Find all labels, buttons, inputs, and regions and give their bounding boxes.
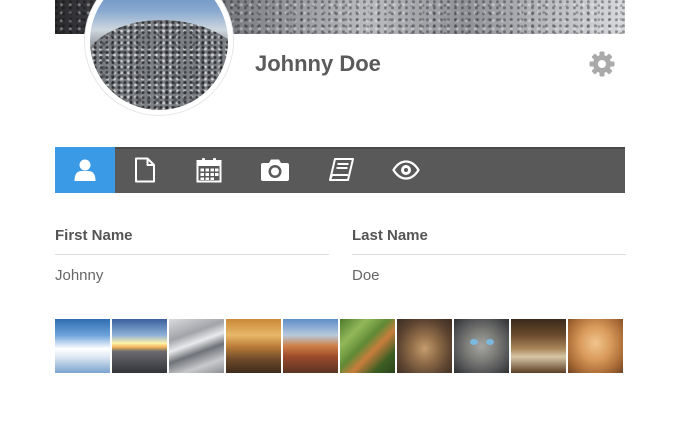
first-name-divider	[55, 254, 329, 255]
gear-icon[interactable]	[588, 50, 616, 78]
gallery-thumb-cat-in-suitcase[interactable]	[511, 319, 566, 373]
cat-eye-left	[470, 339, 478, 345]
gallery-thumb-clouds[interactable]	[55, 319, 110, 373]
gallery-thumb-sitting-cat[interactable]	[397, 319, 452, 373]
profile-tabbar	[55, 147, 625, 193]
cat-eye-right	[486, 339, 494, 345]
tab-documents[interactable]	[117, 147, 173, 193]
photo-gallery	[55, 319, 623, 373]
tab-photos[interactable]	[245, 147, 305, 193]
eye-icon	[392, 160, 420, 180]
gallery-thumb-cat-in-tree[interactable]	[340, 319, 395, 373]
tab-profile[interactable]	[55, 147, 115, 193]
tab-calendar[interactable]	[179, 147, 239, 193]
gallery-thumb-sunset-road[interactable]	[112, 319, 167, 373]
gallery-thumb-canyon[interactable]	[283, 319, 338, 373]
first-name-label: First Name	[55, 227, 133, 244]
gallery-thumb-blue-eyed-cat[interactable]	[454, 319, 509, 373]
file-icon	[135, 157, 155, 183]
first-name-value[interactable]: Johnny	[55, 267, 103, 284]
last-name-label: Last Name	[352, 227, 428, 244]
tab-visibility[interactable]	[375, 147, 437, 193]
profile-name: Johnny Doe	[255, 51, 381, 76]
gallery-thumb-desert-car[interactable]	[226, 319, 281, 373]
user-icon	[74, 159, 96, 181]
calendar-icon	[196, 158, 222, 183]
avatar-image	[90, 0, 228, 110]
last-name-divider	[352, 254, 626, 255]
gallery-thumb-snowy-rocks[interactable]	[169, 319, 224, 373]
tab-notes[interactable]	[311, 147, 371, 193]
gallery-thumb-orange-kitten[interactable]	[568, 319, 623, 373]
book-icon	[329, 158, 354, 181]
last-name-value[interactable]: Doe	[352, 267, 380, 284]
profile-avatar[interactable]	[85, 0, 233, 115]
camera-icon	[261, 159, 289, 181]
